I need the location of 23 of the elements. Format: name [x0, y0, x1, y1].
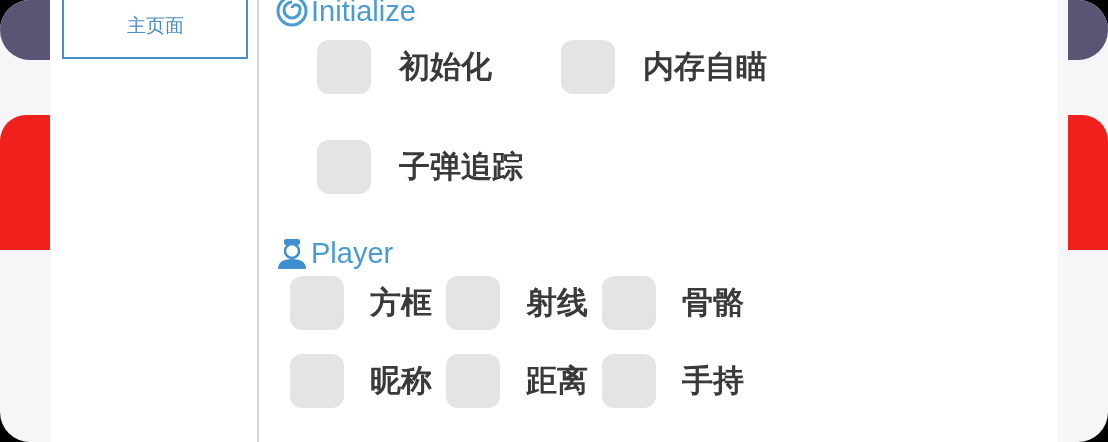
option-label: 子弹追踪: [399, 148, 523, 186]
option-label: 昵称: [370, 362, 432, 400]
checkbox[interactable]: [446, 354, 500, 408]
checkbox[interactable]: [446, 276, 500, 330]
section-title: Player: [311, 236, 394, 270]
checkbox[interactable]: [602, 354, 656, 408]
checkbox[interactable]: [290, 276, 344, 330]
option-label: 内存自瞄: [643, 48, 767, 86]
option-label: 初始化: [399, 48, 492, 86]
person-icon: [275, 236, 309, 270]
option-label: 手持: [682, 362, 744, 400]
spiral-icon: [275, 0, 309, 28]
nav-item[interactable]: 主页面: [62, 0, 248, 59]
section-title: Initialize: [311, 0, 416, 28]
option-label: 骨骼: [682, 284, 744, 322]
checkbox[interactable]: [317, 140, 371, 194]
checkbox[interactable]: [317, 40, 371, 94]
option-label: 射线: [526, 284, 588, 322]
option-label: 距离: [526, 362, 588, 400]
option-label: 方框: [370, 284, 432, 322]
checkbox[interactable]: [561, 40, 615, 94]
checkbox[interactable]: [602, 276, 656, 330]
checkbox[interactable]: [290, 354, 344, 408]
